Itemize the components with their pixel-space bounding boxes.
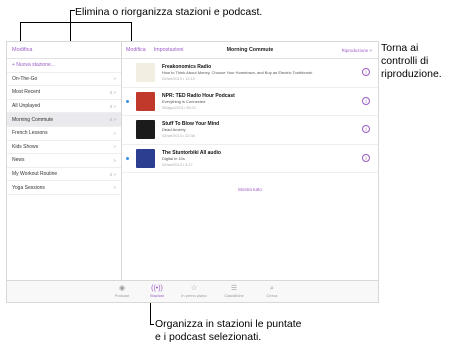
info-icon[interactable]: i (362, 125, 370, 133)
station-label: Morning Commute (12, 116, 54, 123)
search-icon: ⌕ (270, 285, 274, 292)
edit-button[interactable]: Modifica (126, 47, 146, 53)
station-label: News (12, 157, 25, 164)
sidebar-header: Modifica (7, 42, 121, 59)
station-count: > (113, 76, 116, 82)
podcast-artwork (136, 148, 155, 168)
tab-stazioni[interactable]: ((•)) Stazioni (142, 284, 172, 298)
tab-in-primo-piano[interactable]: ☆ In primo piano (179, 284, 209, 298)
sidebar-item-station[interactable]: All Unplayed 4 > (7, 100, 121, 114)
unplayed-dot (126, 99, 129, 103)
unplayed-dot (126, 156, 129, 160)
sidebar-item-station[interactable]: On-The-Go > (7, 73, 121, 87)
episode-list: Freakonomics Radio How to Think About Mon… (122, 59, 378, 173)
sidebar-item-station[interactable]: My Workout Routine 2 > (7, 168, 121, 182)
podcast-icon: ◉ (118, 285, 126, 292)
tab-label: Cerca (266, 293, 278, 298)
station-count: > (113, 157, 116, 163)
sidebar-item-station[interactable]: Yoga Sessions > (7, 181, 121, 195)
callout-bottom-line-2: e i podcast selezionati. (155, 331, 262, 343)
station-count: > (113, 144, 116, 150)
episode-row[interactable]: Freakonomics Radio How to Think About Mon… (122, 59, 378, 88)
episode-subtitle: Dead Anxiety (162, 127, 186, 132)
station-label: All Unplayed (12, 103, 41, 110)
episode-row[interactable]: NPR: TED Radio Hour Podcast Everything is… (122, 88, 378, 116)
sidebar-item-station[interactable]: Morning Commute 4 > (7, 113, 121, 127)
callout-top-line-h (70, 10, 75, 11)
tab-label: In primo piano (181, 293, 207, 298)
station-label: Yoga Sessions (12, 184, 45, 191)
sidebar-item-station[interactable]: Most Recent 4 > (7, 86, 121, 100)
info-icon[interactable]: i (362, 68, 370, 76)
station-count: 4 > (109, 89, 116, 95)
podcast-artwork (136, 63, 155, 82)
station-count: 2 > (109, 171, 116, 177)
episode-meta: 02/set/2013 • 22:38 (162, 134, 195, 138)
station-count: > (113, 185, 116, 191)
sidebar-edit-button[interactable]: Modifica (12, 47, 32, 53)
station-label: My Workout Routine (12, 171, 58, 178)
station-count: 4 > (109, 103, 116, 109)
podcast-artwork (136, 91, 155, 111)
charts-icon: ☰ (230, 285, 238, 292)
station-label: Most Recent (12, 89, 41, 96)
station-label: Kids Shows (12, 143, 39, 150)
episode-meta: 30/ago/2013 • 50:21 (162, 105, 197, 110)
tab-podcast[interactable]: ◉ Podcast (107, 284, 137, 298)
sidebar-item-station[interactable]: Kids Shows > (7, 141, 121, 155)
detail-nav-bar: Modifica Impostazioni Morning Commute Ri… (122, 42, 378, 59)
stations-sidebar: Modifica + Nuova stazione... On-The-Go > Mo… (7, 42, 122, 280)
episode-meta: 02/set/2013 • 5:17 (162, 162, 193, 167)
episode-row[interactable]: The Stuntorbiki All audio Digital in 10s 0… (122, 145, 378, 173)
callout-bottom-line-h (150, 324, 154, 325)
now-playing-button[interactable]: Riproduzione > (342, 48, 372, 53)
sidebar-item-station[interactable]: News > (7, 154, 121, 168)
tab-classifiche[interactable]: ☰ Classifiche (219, 284, 249, 298)
show-all-link[interactable]: Mostra tutto (122, 187, 378, 192)
podcast-artwork (136, 120, 155, 139)
station-count: 4 > (109, 117, 116, 123)
episode-meta: 02/set/2013 • 12:15 (162, 77, 195, 81)
stations-list: + Nuova stazione... On-The-Go > Most Recent… (7, 59, 121, 195)
station-count: > (113, 130, 116, 136)
tab-label: Podcast (114, 293, 130, 298)
new-station-button[interactable]: + Nuova stazione... (7, 59, 121, 73)
station-label: French Lessons (12, 130, 48, 137)
episode-subtitle: Digital in 10s (162, 155, 185, 161)
episode-row[interactable]: Stuff To Blow Your Mind Dead Anxiety 02/se… (122, 116, 378, 145)
callout-top: Elimina o riorganizza stazioni e podcast… (75, 6, 263, 18)
tab-bar: ◉ Podcast ((•)) Stazioni ☆ In primo piano ☰ Cla… (7, 280, 378, 302)
callout-right-line-3: riproduzione. (381, 68, 442, 80)
station-label: + Nuova stazione... (12, 62, 55, 69)
callout-right-line-1: Torna ai (381, 42, 419, 54)
stations-icon: ((•)) (151, 285, 163, 292)
station-label: On-The-Go (12, 75, 38, 82)
info-icon[interactable]: i (362, 153, 370, 162)
tab-label: Stazioni (149, 293, 165, 298)
tab-cerca[interactable]: ⌕ Cerca (257, 284, 287, 298)
ipad-screen: Modifica + Nuova stazione... On-The-Go > Mo… (6, 41, 379, 303)
settings-button[interactable]: Impostazioni (154, 47, 184, 53)
callout-right: Torna ai controlli di riproduzione. (381, 42, 442, 81)
sidebar-item-station[interactable]: French Lessons > (7, 127, 121, 141)
callout-right-line-2: controlli di (381, 55, 429, 67)
callout-bottom-line-1: Organizza in stazioni le puntate (155, 318, 302, 330)
callout-bottom: Organizza in stazioni le puntate e i pod… (155, 318, 302, 344)
episode-subtitle: How to Think About Money, Choose Your Ho… (162, 70, 313, 75)
episode-subtitle: Everything is Connected (162, 98, 206, 104)
station-detail: Modifica Impostazioni Morning Commute Ri… (122, 42, 378, 280)
info-icon[interactable]: i (362, 96, 370, 105)
callout-top-branch (20, 22, 132, 23)
tab-label: Classifiche (224, 293, 244, 298)
featured-icon: ☆ (190, 285, 198, 292)
